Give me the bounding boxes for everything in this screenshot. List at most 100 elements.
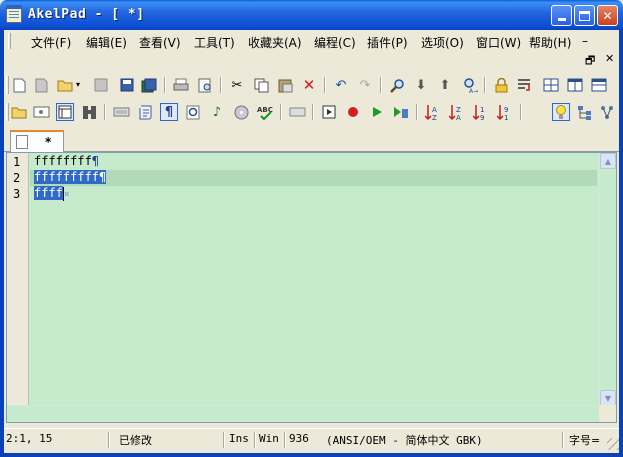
spell-icon[interactable]: ABC [256,103,274,121]
save-disabled-icon[interactable] [92,76,110,94]
wrap-icon[interactable] [516,76,534,94]
find-prev-icon[interactable]: ⬆ [436,76,454,94]
menu-help[interactable]: 帮助(H) [529,34,571,51]
horizontal-scrollbar[interactable] [7,405,601,422]
status-insert-mode[interactable]: Ins [229,432,249,449]
akelpad-icon[interactable] [6,5,22,23]
zoom-icon[interactable] [184,103,202,121]
scroll-up-button[interactable]: ▲ [600,153,616,169]
status-font-size: 字号= [569,434,601,447]
find-next-icon[interactable]: ⬇ [412,76,430,94]
open-icon[interactable] [56,76,74,94]
sort-za-icon[interactable]: ZA [448,103,466,121]
current-line-highlight [30,170,597,186]
print-preview-icon[interactable] [196,76,214,94]
line-text: ffffffff [34,154,92,168]
open-folder-icon[interactable] [10,103,28,121]
keyboard-icon[interactable] [112,103,130,121]
status-encoding[interactable]: (ANSI/OEM - 简体中文 GBK) [326,432,483,449]
main-toolbar: ▾ ✂ ✕ ↶ ↷ ⬇ ⬆ A→B [4,72,619,98]
close-button[interactable]: ✕ [597,5,618,26]
undo-icon[interactable]: ↶ [332,76,350,94]
window-frame-bottom [0,453,623,457]
tab-document[interactable]: * [10,130,64,152]
close-icon: ✕ [602,8,613,23]
menu-view[interactable]: 查看(V) [139,34,181,51]
menu-favorites[interactable]: 收藏夹(A) [248,34,302,51]
status-position: 2:1, 15 [6,432,53,445]
svg-text:1: 1 [480,106,484,114]
resize-grip[interactable] [607,438,619,450]
network-icon[interactable] [600,103,614,121]
status-bar: 2:1, 15 已修改 Ins Win 936 (ANSI/OEM - 简体中文… [4,428,619,450]
menu-options[interactable]: 选项(O) [421,34,464,51]
tree-icon[interactable] [576,103,594,121]
mdi-minimize-button[interactable]: – [582,34,588,48]
status-newline[interactable]: Win [259,432,279,449]
split-h-icon[interactable] [542,76,560,94]
new-window-icon[interactable] [32,76,50,94]
svg-text:Z: Z [432,114,437,121]
vertical-scrollbar[interactable]: ▲ ▼ [599,153,616,406]
window-icon[interactable] [56,103,74,121]
macro-play-icon[interactable] [320,103,338,121]
selected-text: fffffffff¶ [34,170,107,184]
pilcrow-icon[interactable]: ¶ [160,103,178,121]
save-icon[interactable] [118,76,136,94]
toolbar-separator [484,77,486,93]
binary-icon[interactable] [80,103,98,121]
script-icon[interactable] [136,103,154,121]
bulb-icon[interactable] [552,103,570,121]
menu-tools[interactable]: 工具(T) [194,34,235,51]
paste-icon[interactable] [276,76,294,94]
document-icon [16,135,28,149]
menu-plugins[interactable]: 插件(P) [367,34,408,51]
toolbar-separator [280,104,282,120]
scroll-down-button[interactable]: ▼ [600,390,616,406]
toolbar-separator [104,104,106,120]
view-icon[interactable] [32,103,50,121]
status-codepage[interactable]: 936 [289,432,309,449]
sort-num-asc-icon[interactable]: 19 [472,103,490,121]
menu-edit[interactable]: 编辑(E) [86,34,127,51]
line-number: 3 [13,187,21,201]
play-to-end-icon[interactable] [392,103,410,121]
print-icon[interactable] [172,76,190,94]
open-dropdown-icon[interactable]: ▾ [74,76,82,94]
menu-window[interactable]: 窗口(W) [476,34,521,51]
split-both-icon[interactable] [590,76,608,94]
menu-coding[interactable]: 编程(C) [314,34,356,51]
mdi-close-button[interactable]: ✕ [605,52,614,65]
sort-num-desc-icon[interactable]: 91 [496,103,514,121]
text-line: ffffffff¶ [34,154,99,168]
minimize-icon [557,18,566,21]
new-file-icon[interactable] [10,76,28,94]
hex-icon[interactable] [288,103,306,121]
edit-area[interactable]: ffffffff¶ fffffffff¶ ffff¤ [30,153,601,406]
menu-file[interactable]: 文件(F) [31,34,71,51]
selected-text: ffff [34,186,63,200]
save-all-icon[interactable] [140,76,158,94]
svg-text:A: A [456,114,461,121]
cd-icon[interactable] [232,103,250,121]
copy-icon[interactable] [252,76,270,94]
text-editor[interactable]: 1 2 3 ffffffff¶ fffffffff¶ ffff¤ ▲ ▼ [6,152,617,423]
find-icon[interactable] [388,76,406,94]
replace-icon[interactable]: A→B [460,76,478,94]
maximize-button[interactable] [574,5,595,26]
lock-icon[interactable] [492,76,510,94]
cut-icon[interactable]: ✂ [228,76,246,94]
eol-mark: ¶ [99,170,107,184]
redo-icon[interactable]: ↷ [356,76,374,94]
record-icon[interactable] [344,103,362,121]
toolbar-grip [6,103,9,121]
mdi-restore-button[interactable]: 🗗 [585,52,595,71]
minimize-button[interactable] [551,5,572,26]
delete-icon[interactable]: ✕ [300,76,318,94]
music-icon[interactable]: ♪ [208,103,226,121]
play-icon[interactable] [368,103,386,121]
sort-az-icon[interactable]: AZ [424,103,442,121]
tab-strip: * [4,128,619,152]
title-bar[interactable]: AkelPad - [ *] ✕ [0,0,623,30]
split-v-icon[interactable] [566,76,584,94]
